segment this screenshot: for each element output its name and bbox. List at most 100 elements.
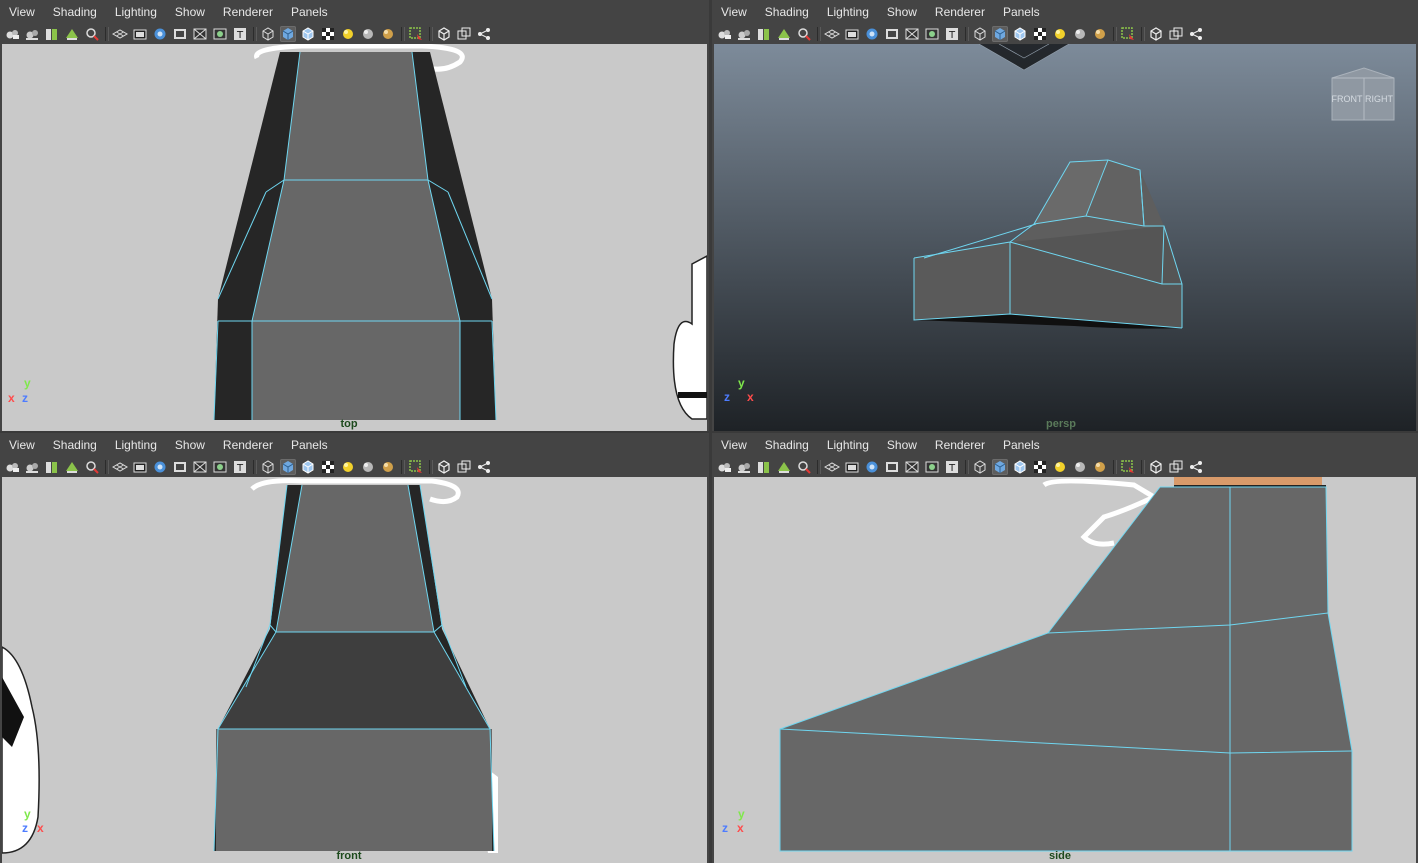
camera-attributes-icon[interactable] bbox=[736, 26, 752, 42]
safe-action-icon[interactable] bbox=[212, 26, 228, 42]
camera-attributes-icon[interactable] bbox=[24, 26, 40, 42]
menu-view[interactable]: View bbox=[0, 438, 44, 452]
top-view-panel[interactable]: View Shading Lighting Show Renderer Pane… bbox=[0, 0, 709, 431]
menu-lighting[interactable]: Lighting bbox=[106, 438, 166, 452]
film-gate-icon[interactable] bbox=[844, 459, 860, 475]
pan-zoom-icon[interactable] bbox=[84, 26, 100, 42]
menu-view[interactable]: View bbox=[0, 5, 44, 19]
image-plane-icon[interactable] bbox=[776, 459, 792, 475]
default-light-icon[interactable] bbox=[1052, 459, 1068, 475]
shadows-icon[interactable] bbox=[360, 459, 376, 475]
wireframe-on-shaded-icon[interactable] bbox=[1012, 26, 1028, 42]
camera-attributes-icon[interactable] bbox=[736, 459, 752, 475]
pan-zoom-icon[interactable] bbox=[796, 459, 812, 475]
default-light-icon[interactable] bbox=[340, 459, 356, 475]
menu-panels[interactable]: Panels bbox=[994, 5, 1049, 19]
viewport-top[interactable]: y x z top bbox=[2, 44, 707, 431]
resolution-gate-icon[interactable] bbox=[152, 459, 168, 475]
viewport-side[interactable]: y z x side bbox=[714, 477, 1416, 863]
menu-lighting[interactable]: Lighting bbox=[106, 5, 166, 19]
safe-title-icon[interactable]: T bbox=[944, 459, 960, 475]
camera-icon[interactable] bbox=[716, 459, 732, 475]
isolate-select-icon[interactable] bbox=[408, 26, 424, 42]
wireframe-icon[interactable] bbox=[972, 459, 988, 475]
textured-icon[interactable] bbox=[320, 26, 336, 42]
menu-show[interactable]: Show bbox=[878, 438, 926, 452]
viewport-front[interactable]: y z x front bbox=[2, 477, 707, 863]
xray-components-icon[interactable] bbox=[476, 459, 492, 475]
menu-show[interactable]: Show bbox=[166, 5, 214, 19]
xray-components-icon[interactable] bbox=[1188, 459, 1204, 475]
xray-components-icon[interactable] bbox=[476, 26, 492, 42]
menu-shading[interactable]: Shading bbox=[756, 438, 818, 452]
bookmark-icon[interactable] bbox=[44, 26, 60, 42]
menu-panels[interactable]: Panels bbox=[282, 438, 337, 452]
menu-renderer[interactable]: Renderer bbox=[926, 5, 994, 19]
xray-joints-icon[interactable] bbox=[1168, 26, 1184, 42]
xray-joints-icon[interactable] bbox=[456, 26, 472, 42]
menu-show[interactable]: Show bbox=[166, 438, 214, 452]
ambient-occlusion-icon[interactable] bbox=[380, 459, 396, 475]
resolution-gate-icon[interactable] bbox=[864, 26, 880, 42]
xray-joints-icon[interactable] bbox=[1168, 459, 1184, 475]
gate-mask-icon[interactable] bbox=[172, 459, 188, 475]
bookmark-icon[interactable] bbox=[44, 459, 60, 475]
pan-zoom-icon[interactable] bbox=[84, 459, 100, 475]
ambient-occlusion-icon[interactable] bbox=[1092, 459, 1108, 475]
shadows-icon[interactable] bbox=[1072, 459, 1088, 475]
smooth-shade-icon[interactable] bbox=[992, 459, 1008, 475]
menu-renderer[interactable]: Renderer bbox=[214, 5, 282, 19]
wireframe-icon[interactable] bbox=[260, 26, 276, 42]
film-gate-icon[interactable] bbox=[132, 459, 148, 475]
field-chart-icon[interactable] bbox=[904, 459, 920, 475]
resolution-gate-icon[interactable] bbox=[864, 459, 880, 475]
grid-icon[interactable] bbox=[112, 459, 128, 475]
shadows-icon[interactable] bbox=[1072, 26, 1088, 42]
safe-action-icon[interactable] bbox=[212, 459, 228, 475]
view-cube[interactable]: FRONT RIGHT bbox=[1330, 66, 1398, 122]
xray-icon[interactable] bbox=[1148, 26, 1164, 42]
wireframe-on-shaded-icon[interactable] bbox=[300, 26, 316, 42]
ambient-occlusion-icon[interactable] bbox=[380, 26, 396, 42]
film-gate-icon[interactable] bbox=[844, 26, 860, 42]
default-light-icon[interactable] bbox=[340, 26, 356, 42]
bookmark-icon[interactable] bbox=[756, 459, 772, 475]
field-chart-icon[interactable] bbox=[904, 26, 920, 42]
camera-icon[interactable] bbox=[716, 26, 732, 42]
bookmark-icon[interactable] bbox=[756, 26, 772, 42]
film-gate-icon[interactable] bbox=[132, 26, 148, 42]
side-view-panel[interactable]: View Shading Lighting Show Renderer Pane… bbox=[712, 433, 1418, 863]
menu-shading[interactable]: Shading bbox=[44, 438, 106, 452]
gate-mask-icon[interactable] bbox=[884, 26, 900, 42]
menu-show[interactable]: Show bbox=[878, 5, 926, 19]
menu-view[interactable]: View bbox=[712, 438, 756, 452]
menu-shading[interactable]: Shading bbox=[756, 5, 818, 19]
grid-icon[interactable] bbox=[824, 26, 840, 42]
image-plane-icon[interactable] bbox=[64, 26, 80, 42]
pan-zoom-icon[interactable] bbox=[796, 26, 812, 42]
menu-lighting[interactable]: Lighting bbox=[818, 5, 878, 19]
default-light-icon[interactable] bbox=[1052, 26, 1068, 42]
persp-view-panel[interactable]: View Shading Lighting Show Renderer Pane… bbox=[712, 0, 1418, 431]
safe-title-icon[interactable]: T bbox=[944, 26, 960, 42]
wireframe-on-shaded-icon[interactable] bbox=[1012, 459, 1028, 475]
menu-shading[interactable]: Shading bbox=[44, 5, 106, 19]
isolate-select-icon[interactable] bbox=[1120, 459, 1136, 475]
safe-title-icon[interactable]: T bbox=[232, 459, 248, 475]
xray-icon[interactable] bbox=[1148, 459, 1164, 475]
image-plane-icon[interactable] bbox=[776, 26, 792, 42]
gate-mask-icon[interactable] bbox=[884, 459, 900, 475]
xray-icon[interactable] bbox=[436, 26, 452, 42]
image-plane-icon[interactable] bbox=[64, 459, 80, 475]
resolution-gate-icon[interactable] bbox=[152, 26, 168, 42]
textured-icon[interactable] bbox=[1032, 459, 1048, 475]
wireframe-icon[interactable] bbox=[972, 26, 988, 42]
menu-renderer[interactable]: Renderer bbox=[926, 438, 994, 452]
textured-icon[interactable] bbox=[320, 459, 336, 475]
isolate-select-icon[interactable] bbox=[408, 459, 424, 475]
safe-action-icon[interactable] bbox=[924, 459, 940, 475]
isolate-select-icon[interactable] bbox=[1120, 26, 1136, 42]
camera-attributes-icon[interactable] bbox=[24, 459, 40, 475]
menu-panels[interactable]: Panels bbox=[282, 5, 337, 19]
safe-action-icon[interactable] bbox=[924, 26, 940, 42]
